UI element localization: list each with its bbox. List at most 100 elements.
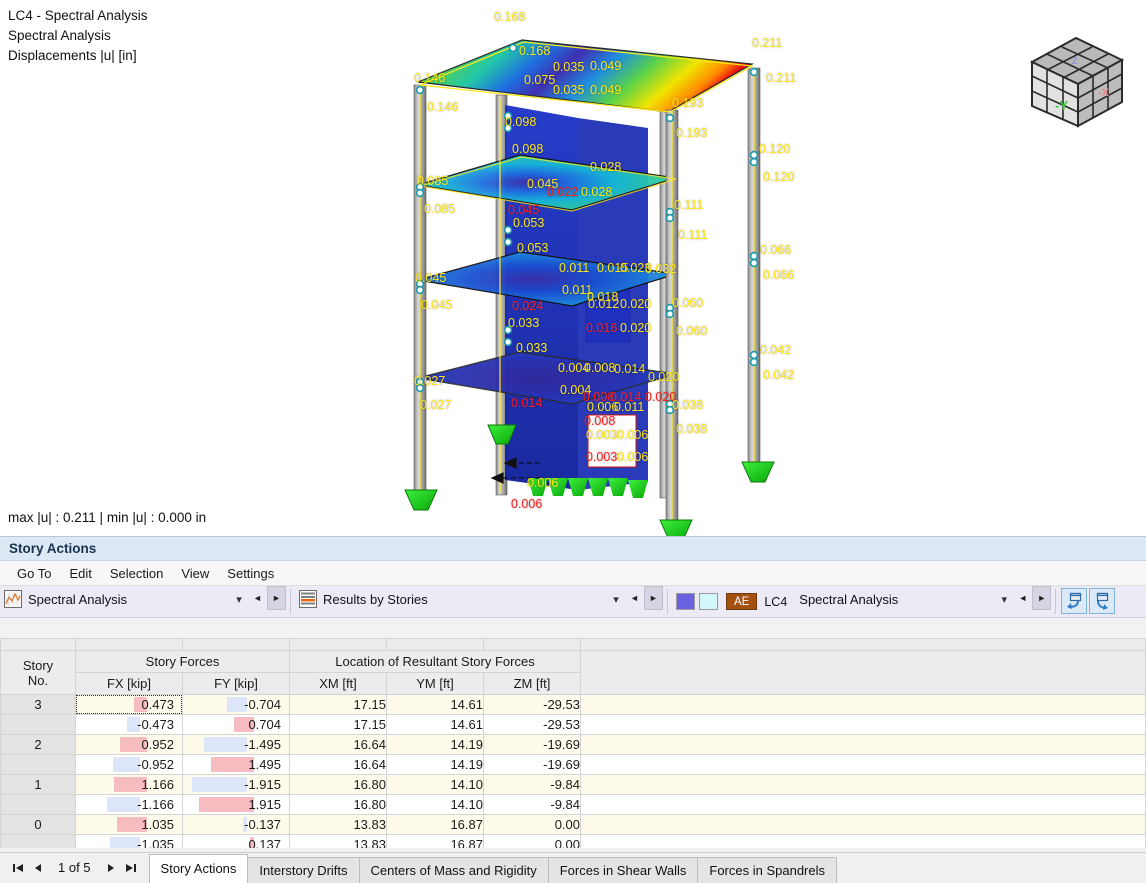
table-rows-icon xyxy=(299,590,317,608)
cell-fy[interactable]: -1.495 xyxy=(182,734,290,755)
cell-fy[interactable]: 1.495 xyxy=(182,754,290,775)
column-header-zm[interactable]: ZM [ft] xyxy=(483,672,581,695)
column-header-fy[interactable]: FY [kip] xyxy=(182,672,290,695)
table-row[interactable]: 1 1.166 -1.915 16.80 14.10 -9.84 xyxy=(0,774,1146,795)
lc-next-button[interactable]: ► xyxy=(1032,586,1052,610)
cell-story-no[interactable]: 2 xyxy=(0,734,76,755)
cell-ym[interactable]: 14.61 xyxy=(386,694,484,715)
cell-fy[interactable]: 0.137 xyxy=(182,834,290,848)
cell-story-no[interactable] xyxy=(0,714,76,735)
tab-forces-in-shear-walls[interactable]: Forces in Shear Walls xyxy=(547,857,699,883)
cell-xm[interactable]: 13.83 xyxy=(289,814,387,835)
table-row[interactable]: -1.035 0.137 13.83 16.87 0.00 xyxy=(0,834,1146,848)
cell-zm[interactable]: -29.53 xyxy=(483,714,581,735)
cell-zm[interactable]: -19.69 xyxy=(483,754,581,775)
last-record-button[interactable] xyxy=(121,857,141,879)
cell-story-no[interactable] xyxy=(0,794,76,815)
cell-xm[interactable]: 17.15 xyxy=(289,694,387,715)
cell-fy[interactable]: -1.915 xyxy=(182,774,290,795)
cell-story-no[interactable]: 1 xyxy=(0,774,76,795)
cell-xm[interactable]: 13.83 xyxy=(289,834,387,848)
load-case-combo[interactable]: Spectral Analysis ▾ xyxy=(0,586,248,612)
cell-zm[interactable]: -29.53 xyxy=(483,694,581,715)
hdr-spacer-4 xyxy=(386,638,484,651)
column-header-xm[interactable]: XM [ft] xyxy=(289,672,387,695)
results-prev-button[interactable]: ◄ xyxy=(625,586,644,610)
table-row[interactable]: 2 0.952 -1.495 16.64 14.19 -19.69 xyxy=(0,734,1146,755)
results-next-button[interactable]: ► xyxy=(644,586,663,610)
cell-ym[interactable]: 16.87 xyxy=(386,814,484,835)
navigation-cube[interactable]: -Y -X Z xyxy=(1018,26,1136,136)
column-header-story-no[interactable]: Story No. xyxy=(0,650,76,695)
chevron-down-icon[interactable]: ▾ xyxy=(230,593,248,606)
tab-story-actions[interactable]: Story Actions xyxy=(148,854,249,883)
cell-fx[interactable]: 1.035 xyxy=(75,814,183,835)
column-header-ym[interactable]: YM [ft] xyxy=(386,672,484,695)
cell-xm[interactable]: 16.64 xyxy=(289,754,387,775)
tab-centers-of-mass-and-rigidity[interactable]: Centers of Mass and Rigidity xyxy=(358,857,549,883)
cell-fx[interactable]: 1.166 xyxy=(75,774,183,795)
table-row[interactable]: 3 0.473 -0.704 17.15 14.61 -29.53 xyxy=(0,694,1146,715)
menu-item-go-to[interactable]: Go To xyxy=(8,564,60,583)
cell-ym[interactable]: 14.10 xyxy=(386,774,484,795)
lc-prev-button[interactable]: ◄ xyxy=(1013,586,1032,610)
results-mode-combo[interactable]: Results by Stories ▾ xyxy=(295,586,625,612)
cell-zm[interactable]: -9.84 xyxy=(483,774,581,795)
column-header-fx[interactable]: FX [kip] xyxy=(75,672,183,695)
cell-zm[interactable]: -9.84 xyxy=(483,794,581,815)
tab-interstory-drifts[interactable]: Interstory Drifts xyxy=(247,857,360,883)
cell-fx[interactable]: 0.473 xyxy=(75,694,183,715)
next-record-button[interactable] xyxy=(101,857,121,879)
table-row[interactable]: -0.952 1.495 16.64 14.19 -19.69 xyxy=(0,754,1146,775)
table-row[interactable]: 0 1.035 -0.137 13.83 16.87 0.00 xyxy=(0,814,1146,835)
cell-fx[interactable]: -0.952 xyxy=(75,754,183,775)
cell-xm[interactable]: 17.15 xyxy=(289,714,387,735)
cell-fx[interactable]: -1.035 xyxy=(75,834,183,848)
chevron-down-icon[interactable]: ▾ xyxy=(995,593,1013,606)
table-row[interactable]: -0.473 0.704 17.15 14.61 -29.53 xyxy=(0,714,1146,735)
cell-story-no[interactable]: 0 xyxy=(0,814,76,835)
cell-xm[interactable]: 16.80 xyxy=(289,794,387,815)
cell-ym[interactable]: 14.10 xyxy=(386,794,484,815)
cell-fx[interactable]: -0.473 xyxy=(75,714,183,735)
cell-story-no[interactable] xyxy=(0,834,76,848)
cell-fy[interactable]: -0.137 xyxy=(182,814,290,835)
cell-story-no[interactable] xyxy=(0,754,76,775)
load-case-next-button[interactable]: ► xyxy=(267,586,286,610)
cell-fy[interactable]: 0.704 xyxy=(182,714,290,735)
menu-item-view[interactable]: View xyxy=(172,564,218,583)
cell-zm[interactable]: 0.00 xyxy=(483,834,581,848)
cell-ym[interactable]: 14.19 xyxy=(386,754,484,775)
menu-item-settings[interactable]: Settings xyxy=(218,564,283,583)
structure-3d-model[interactable] xyxy=(0,0,1146,536)
color-swatch-primary[interactable] xyxy=(676,593,695,610)
model-viewport[interactable]: LC4 - Spectral Analysis Spectral Analysi… xyxy=(0,0,1146,536)
cell-xm[interactable]: 16.80 xyxy=(289,774,387,795)
cell-zm[interactable]: -19.69 xyxy=(483,734,581,755)
cell-fy[interactable]: 1.915 xyxy=(182,794,290,815)
cell-ym[interactable]: 16.87 xyxy=(386,834,484,848)
cell-fx[interactable]: -1.166 xyxy=(75,794,183,815)
menu-item-selection[interactable]: Selection xyxy=(101,564,172,583)
toolbar-separator-2 xyxy=(667,589,668,614)
restore-window-icon[interactable] xyxy=(1061,588,1088,614)
load-case-value: Spectral Analysis xyxy=(28,591,127,607)
menu-item-edit[interactable]: Edit xyxy=(60,564,100,583)
detach-window-icon[interactable] xyxy=(1089,588,1116,614)
color-swatch-secondary[interactable] xyxy=(699,593,718,610)
chevron-down-icon[interactable]: ▾ xyxy=(607,593,625,606)
first-record-button[interactable] xyxy=(8,857,28,879)
cell-fy[interactable]: -0.704 xyxy=(182,694,290,715)
cell-fx[interactable]: 0.952 xyxy=(75,734,183,755)
table-row[interactable]: -1.166 1.915 16.80 14.10 -9.84 xyxy=(0,794,1146,815)
cell-ym[interactable]: 14.19 xyxy=(386,734,484,755)
load-case-name-combo[interactable]: Spectral Analysis ▾ xyxy=(795,586,1014,612)
cell-zm[interactable]: 0.00 xyxy=(483,814,581,835)
results-table-container[interactable]: Story No. Story Forces Location of Resul… xyxy=(0,638,1146,848)
tab-forces-in-spandrels[interactable]: Forces in Spandrels xyxy=(697,857,838,883)
load-case-prev-button[interactable]: ◄ xyxy=(248,586,267,610)
prev-record-button[interactable] xyxy=(28,857,48,879)
cell-ym[interactable]: 14.61 xyxy=(386,714,484,735)
cell-xm[interactable]: 16.64 xyxy=(289,734,387,755)
cell-story-no[interactable]: 3 xyxy=(0,694,76,715)
